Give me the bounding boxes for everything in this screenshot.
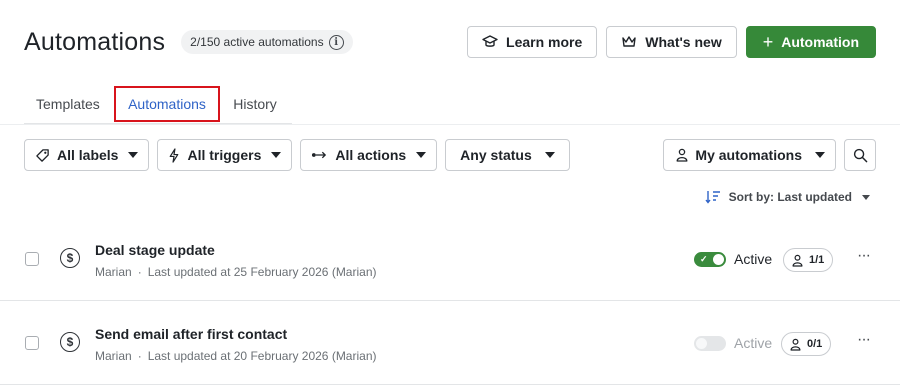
users-badge[interactable]: 1/1 — [783, 248, 834, 272]
chevron-down-icon — [128, 152, 139, 158]
page-header: Automations 2/150 active automations i L… — [24, 26, 876, 58]
automation-meta: Marian · Last updated at 20 February 2026 … — [95, 349, 377, 363]
tab-history[interactable]: History — [220, 86, 290, 122]
chevron-down-icon — [416, 152, 427, 158]
tag-icon — [36, 148, 49, 162]
labels-filter[interactable]: All labels — [24, 139, 150, 171]
status-label: Active — [734, 251, 773, 267]
divider — [0, 124, 900, 125]
tab-templates[interactable]: Templates — [24, 86, 114, 122]
automation-meta: Marian · Last updated at 25 February 2026 … — [95, 265, 377, 279]
user-icon — [792, 254, 803, 267]
status-label: Active — [734, 335, 773, 351]
tab-automations[interactable]: Automations — [114, 86, 220, 122]
automation-row[interactable]: $ Send email after first contact Marian ·… — [0, 301, 900, 385]
row-checkbox[interactable] — [25, 252, 39, 266]
more-options-icon[interactable]: ··· — [857, 248, 871, 264]
search-icon — [853, 148, 867, 162]
whats-new-button[interactable]: What's new — [606, 26, 737, 58]
user-icon — [676, 148, 688, 162]
header-actions: Learn more What's new + Automation — [467, 26, 876, 58]
automation-row[interactable]: $ Deal stage update Marian · Last updated … — [0, 217, 900, 301]
sort-icon — [705, 191, 720, 204]
owner-filter[interactable]: My automations — [663, 139, 836, 171]
row-checkbox[interactable] — [25, 336, 39, 350]
graduation-cap-icon — [482, 35, 498, 47]
active-toggle[interactable] — [694, 336, 726, 351]
tab-bar: Templates Automations History — [24, 86, 292, 124]
users-count: 1/1 — [809, 254, 825, 266]
status-filter-label: Any status — [460, 147, 532, 163]
info-icon[interactable]: i — [328, 34, 344, 50]
users-count: 0/1 — [807, 338, 823, 350]
automation-name[interactable]: Deal stage update — [95, 242, 215, 258]
automation-owner: Marian — [95, 349, 132, 363]
search-button[interactable] — [844, 139, 876, 171]
triggers-filter[interactable]: All triggers — [157, 139, 293, 171]
learn-more-button[interactable]: Learn more — [467, 26, 598, 58]
actions-filter[interactable]: All actions — [300, 139, 438, 171]
chevron-down-icon — [544, 152, 555, 158]
add-automation-label: Automation — [781, 34, 859, 50]
chevron-down-icon — [815, 152, 825, 158]
user-icon — [790, 338, 801, 351]
owner-filter-label: My automations — [695, 147, 802, 163]
automation-owner: Marian — [95, 265, 132, 279]
lightning-icon — [170, 147, 179, 163]
learn-more-label: Learn more — [506, 34, 583, 50]
automation-updated: Last updated at 25 February 2026 (Marian… — [147, 265, 377, 279]
automation-name[interactable]: Send email after first contact — [95, 326, 287, 342]
more-options-icon[interactable]: ··· — [857, 332, 871, 348]
automation-updated: Last updated at 20 February 2026 (Marian… — [147, 349, 377, 363]
whats-new-label: What's new — [645, 34, 722, 50]
filter-bar: All labels All triggers All actions Any … — [24, 139, 876, 171]
users-badge[interactable]: 0/1 — [781, 332, 832, 356]
chevron-down-icon — [862, 194, 870, 200]
action-arrow-icon — [312, 151, 327, 159]
active-count-text: 2/150 active automations — [190, 35, 324, 49]
active-toggle[interactable]: ✓ — [694, 252, 726, 267]
actions-filter-label: All actions — [335, 147, 407, 163]
dollar-icon: $ — [60, 248, 80, 268]
sort-control[interactable]: Sort by: Last updated — [705, 190, 870, 204]
labels-filter-label: All labels — [57, 147, 119, 163]
sort-label: Sort by: Last updated — [728, 190, 852, 204]
plus-icon: + — [762, 32, 774, 52]
crown-icon — [622, 36, 636, 47]
triggers-filter-label: All triggers — [187, 147, 262, 163]
page-title: Automations — [24, 27, 166, 56]
check-icon: ✓ — [700, 254, 708, 264]
status-filter[interactable]: Any status — [445, 139, 570, 171]
active-count-badge: 2/150 active automations i — [181, 30, 353, 54]
add-automation-button[interactable]: + Automation — [745, 26, 876, 58]
chevron-down-icon — [271, 152, 282, 158]
dollar-icon: $ — [60, 332, 80, 352]
